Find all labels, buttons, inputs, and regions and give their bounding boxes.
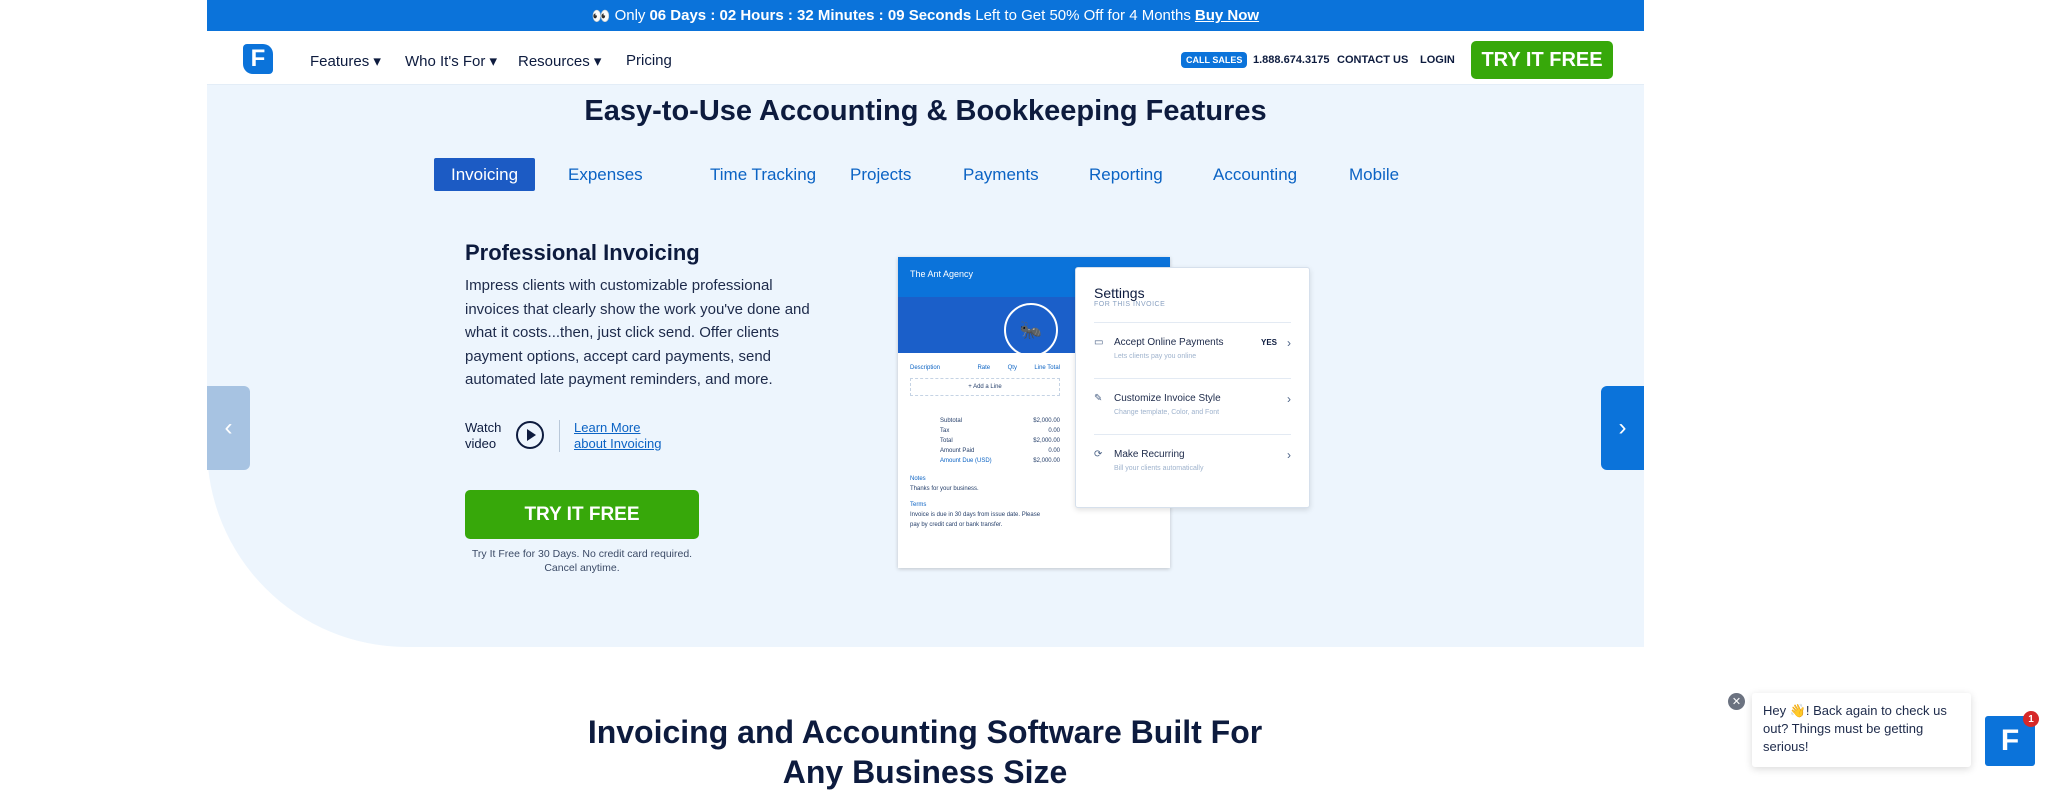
phone-link[interactable]: 1.888.674.3175 — [1253, 54, 1329, 66]
play-icon[interactable] — [516, 421, 544, 449]
promo-banner: 👀 Only 06 Days : 02 Hours : 32 Minutes :… — [207, 0, 1644, 31]
tab-expenses[interactable]: Expenses — [551, 158, 660, 191]
tab-projects[interactable]: Projects — [833, 158, 928, 191]
call-sales-badge: CALL SALES — [1181, 52, 1248, 68]
settings-subtitle: FOR THIS INVOICE — [1094, 301, 1166, 308]
section-heading: Invoicing and Accounting Software Built … — [587, 714, 1263, 790]
paint-bucket-icon: ✎ — [1094, 393, 1103, 404]
chevron-right-icon: › — [1287, 448, 1291, 462]
watch-video-label[interactable]: Watch video — [465, 420, 510, 452]
close-chat-icon[interactable]: ✕ — [1728, 693, 1745, 710]
terms-label: Terms — [910, 502, 927, 508]
carousel-next-button[interactable]: › — [1601, 386, 1644, 470]
banner-post: Left to Get 50% Off for 4 Months — [975, 7, 1191, 24]
notes-label: Notes — [910, 476, 926, 482]
tab-invoicing[interactable]: Invoicing — [434, 158, 536, 191]
freshbooks-logo[interactable]: F — [243, 44, 273, 74]
banner-pre: Only — [614, 7, 646, 24]
learn-more-link[interactable]: Learn More about Invoicing — [574, 420, 664, 452]
payment-icon: ▭ — [1094, 337, 1104, 348]
chevron-right-icon: › — [1618, 414, 1627, 441]
try-it-free-button[interactable]: TRY IT FREE — [465, 490, 699, 539]
try-it-free-nav-button[interactable]: TRY IT FREE — [1471, 41, 1613, 79]
feature-description: Impress clients with customizable profes… — [465, 277, 810, 388]
tab-payments[interactable]: Payments — [946, 158, 1056, 191]
tab-reporting[interactable]: Reporting — [1072, 158, 1180, 191]
settings-title: Settings — [1094, 285, 1145, 301]
carousel-prev-button[interactable]: ‹ — [207, 386, 250, 470]
cta-note: Try It Free for 30 Days. No credit card … — [471, 548, 693, 574]
terms: Invoice is due in 30 days from issue dat… — [910, 512, 1041, 528]
notification-badge: 1 — [2023, 711, 2039, 727]
nav-features[interactable]: Features ▾ — [310, 52, 381, 70]
tab-time-tracking[interactable]: Time Tracking — [693, 158, 833, 191]
notes: Thanks for your business. — [910, 486, 979, 492]
chevron-right-icon: › — [1287, 392, 1291, 406]
buy-now-link[interactable]: Buy Now — [1195, 7, 1259, 24]
divider — [559, 420, 560, 452]
settings-panel: Settings FOR THIS INVOICE ▭ Accept Onlin… — [1075, 267, 1310, 508]
tab-accounting[interactable]: Accounting — [1196, 158, 1314, 191]
chat-message[interactable]: Hey 👋! Back again to check us out? Thing… — [1752, 693, 1971, 767]
add-line: + Add a Line — [910, 378, 1060, 396]
eyes-icon: 👀 — [591, 7, 611, 25]
setting-make-recurring[interactable]: ⟳ Make Recurring Bill your clients automa… — [1094, 434, 1291, 490]
feature-title: Professional Invoicing — [465, 240, 700, 265]
chevron-right-icon: › — [1287, 336, 1291, 350]
nav-pricing[interactable]: Pricing — [626, 52, 672, 69]
nav-resources[interactable]: Resources ▾ — [518, 52, 601, 70]
ant-seal-icon: 🐜 — [1004, 303, 1058, 357]
setting-customize-style[interactable]: ✎ Customize Invoice Style Change template… — [1094, 378, 1291, 434]
features-section: Easy-to-Use Accounting & Bookkeeping Fea… — [207, 85, 1644, 647]
login-link[interactable]: LOGIN — [1420, 54, 1455, 66]
invoice-totals: Subtotal $2,000.00 Tax 0.00 Total $2,000.00… — [940, 418, 1060, 464]
contact-us-link[interactable]: CONTACT US — [1337, 54, 1408, 66]
chevron-left-icon: ‹ — [224, 414, 233, 441]
setting-accept-payments[interactable]: ▭ Accept Online Payments Lets clients pay… — [1094, 322, 1291, 378]
top-nav: F Features ▾ Who It's For ▾ Resources ▾ … — [207, 31, 1644, 85]
invoice-columns: Description Rate Qty Line Total — [910, 365, 1060, 371]
tab-mobile[interactable]: Mobile — [1332, 158, 1416, 191]
countdown: 06 Days : 02 Hours : 32 Minutes : 09 Sec… — [649, 7, 972, 24]
section-title: Easy-to-Use Accounting & Bookkeeping Fea… — [584, 95, 1267, 127]
recurring-icon: ⟳ — [1094, 449, 1103, 460]
nav-who-its-for[interactable]: Who It's For ▾ — [405, 52, 497, 70]
